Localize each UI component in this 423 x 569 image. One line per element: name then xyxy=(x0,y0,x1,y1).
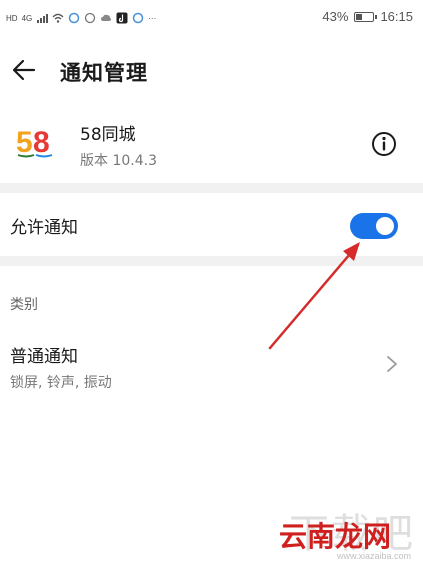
status-icons-right: 43% 16:15 xyxy=(322,9,413,24)
category-header: 类别 xyxy=(10,297,38,313)
cloud-icon xyxy=(101,14,112,21)
category-item-subtitle: 锁屏, 铃声, 振动 xyxy=(10,375,112,391)
app-notification-icon-2 xyxy=(132,12,144,24)
svg-text:5: 5 xyxy=(16,126,33,158)
section-divider-2 xyxy=(0,256,423,266)
info-icon[interactable] xyxy=(370,130,398,158)
network-type: 4G xyxy=(21,13,33,23)
category-item-normal[interactable]: 普通通知 锁屏, 铃声, 振动 xyxy=(0,330,423,400)
wifi-icon xyxy=(52,13,64,23)
battery-icon xyxy=(354,11,378,22)
app-info-row: 5 8 58同城 版本 10.4.3 xyxy=(0,110,423,178)
chevron-right-icon xyxy=(387,356,397,372)
status-icons-left: HD 4G ··· xyxy=(6,10,156,26)
app-name: 58同城 xyxy=(80,125,136,145)
battery-percent: 43% xyxy=(322,9,349,24)
watermark-site-name: 云南龙网 xyxy=(279,520,392,553)
page-title: 通知管理 xyxy=(60,61,148,85)
svg-text:8: 8 xyxy=(33,126,50,158)
loading-icon xyxy=(85,12,96,24)
watermark-url: www.xiazaiba.com xyxy=(336,551,411,561)
header: 通知管理 xyxy=(0,44,423,96)
arrow-left-icon[interactable] xyxy=(10,56,38,84)
section-divider xyxy=(0,183,423,193)
app-version: 版本 10.4.3 xyxy=(80,153,157,169)
clock: 16:15 xyxy=(380,9,413,24)
tiktok-icon xyxy=(116,12,128,24)
more-notifications-icon: ··· xyxy=(148,13,157,23)
hd-badge: HD xyxy=(6,13,18,23)
toggle-knob xyxy=(376,217,394,235)
allow-notifications-toggle[interactable] xyxy=(350,213,398,239)
allow-notifications-row[interactable]: 允许通知 xyxy=(0,195,423,253)
app-notification-icon xyxy=(68,12,80,24)
category-item-title: 普通通知 xyxy=(10,347,78,367)
status-bar: HD 4G ··· 43% 16:15 xyxy=(0,0,423,36)
app-logo-icon: 5 8 xyxy=(16,126,53,158)
watermark: 下载吧 云南龙网 www.xiazaiba.com xyxy=(265,501,415,561)
allow-notifications-label: 允许通知 xyxy=(10,218,78,238)
signal-icon xyxy=(37,14,49,23)
